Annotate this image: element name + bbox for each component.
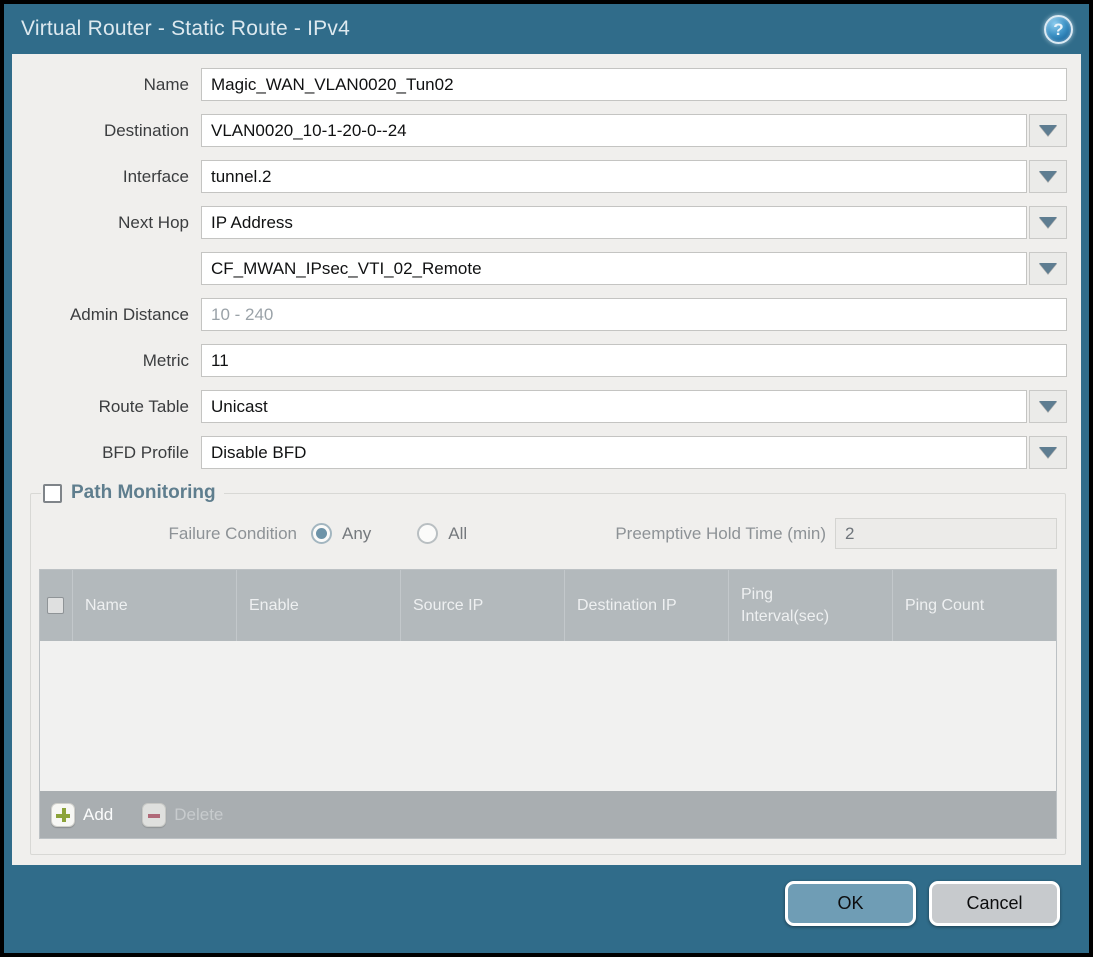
cancel-button[interactable]: Cancel [929, 881, 1060, 926]
dialog-titlebar: Virtual Router - Static Route - IPv4 ? [4, 4, 1089, 54]
route-table-field [201, 390, 1067, 423]
table-header-checkbox-cell [40, 570, 73, 641]
failure-any-label: Any [342, 524, 371, 544]
bfd-profile-label: BFD Profile [12, 443, 201, 463]
interface-label: Interface [12, 167, 201, 187]
question-mark-glyph: ? [1053, 21, 1063, 38]
failure-all-label: All [448, 524, 467, 544]
ok-button[interactable]: OK [785, 881, 916, 926]
interface-field [201, 160, 1067, 193]
bfd-profile-field [201, 436, 1067, 469]
next-hop-type-input[interactable] [201, 206, 1027, 239]
static-route-dialog: Virtual Router - Static Route - IPv4 ? N… [0, 0, 1093, 957]
chevron-down-icon [1039, 263, 1057, 274]
path-monitoring-checkbox[interactable] [43, 484, 62, 503]
add-button-label: Add [83, 805, 113, 825]
interface-dropdown-button[interactable] [1029, 160, 1067, 193]
form-row-route-table: Route Table [12, 390, 1067, 423]
form-row-name: Name [12, 68, 1067, 101]
chevron-down-icon [1039, 125, 1057, 136]
dialog-title: Virtual Router - Static Route - IPv4 [21, 17, 350, 41]
form-row-next-hop-address [12, 252, 1067, 285]
destination-label: Destination [12, 121, 201, 141]
next-hop-type-dropdown-button[interactable] [1029, 206, 1067, 239]
destination-field [201, 114, 1067, 147]
next-hop-address-dropdown-button[interactable] [1029, 252, 1067, 285]
admin-distance-label: Admin Distance [12, 305, 201, 325]
plus-icon [51, 803, 75, 827]
path-monitoring-legend: Path Monitoring [41, 482, 224, 504]
route-table-label: Route Table [12, 397, 201, 417]
metric-field [201, 344, 1067, 377]
path-monitoring-table: Name Enable Source IP Destination IP Pin [39, 569, 1057, 839]
bfd-profile-dropdown-button[interactable] [1029, 436, 1067, 469]
table-header-enable: Enable [237, 570, 401, 641]
failure-condition-label: Failure Condition [39, 524, 297, 544]
destination-input[interactable] [201, 114, 1027, 147]
help-icon[interactable]: ? [1044, 15, 1073, 44]
failure-condition-row: Failure Condition Any All Preemptive Hol… [39, 518, 1057, 549]
route-table-dropdown-button[interactable] [1029, 390, 1067, 423]
dialog-footer: OK Cancel [4, 865, 1089, 953]
name-label: Name [12, 75, 201, 95]
form-row-metric: Metric [12, 344, 1067, 377]
table-body-empty [40, 641, 1056, 791]
next-hop-address-input[interactable] [201, 252, 1027, 285]
preemptive-hold-time-input[interactable] [835, 518, 1057, 549]
interface-input[interactable] [201, 160, 1027, 193]
next-hop-type-field [201, 206, 1067, 239]
path-monitoring-section: Path Monitoring Failure Condition Any Al… [30, 482, 1066, 855]
chevron-down-icon [1039, 401, 1057, 412]
select-all-checkbox[interactable] [47, 597, 64, 614]
chevron-down-icon [1039, 171, 1057, 182]
failure-any-radio[interactable] [311, 523, 332, 544]
name-input[interactable] [201, 68, 1067, 101]
next-hop-label: Next Hop [12, 213, 201, 233]
admin-distance-input[interactable] [201, 298, 1067, 331]
form-row-destination: Destination [12, 114, 1067, 147]
path-monitoring-title: Path Monitoring [71, 482, 216, 504]
delete-button[interactable]: Delete [142, 803, 223, 827]
table-header-destination-ip: Destination IP [565, 570, 729, 641]
table-toolbar: Add Delete [40, 791, 1056, 838]
table-header-name: Name [73, 570, 237, 641]
destination-dropdown-button[interactable] [1029, 114, 1067, 147]
table-header-source-ip: Source IP [401, 570, 565, 641]
next-hop-address-field [201, 252, 1067, 285]
admin-distance-field [201, 298, 1067, 331]
preemptive-hold-time-label: Preemptive Hold Time (min) [615, 524, 826, 544]
minus-icon [142, 803, 166, 827]
chevron-down-icon [1039, 447, 1057, 458]
form-row-bfd-profile: BFD Profile [12, 436, 1067, 469]
table-header-row: Name Enable Source IP Destination IP Pin [40, 570, 1056, 641]
table-header-ping-interval: Ping Interval(sec) [729, 570, 893, 641]
metric-label: Metric [12, 351, 201, 371]
dialog-frame: Virtual Router - Static Route - IPv4 ? N… [4, 4, 1089, 953]
route-table-input[interactable] [201, 390, 1027, 423]
form-row-admin-distance: Admin Distance [12, 298, 1067, 331]
bfd-profile-input[interactable] [201, 436, 1027, 469]
dialog-content: Name Destination Interface [12, 54, 1081, 865]
table-header-ping-count: Ping Count [893, 570, 1056, 641]
metric-input[interactable] [201, 344, 1067, 377]
add-button[interactable]: Add [51, 803, 113, 827]
form-row-next-hop: Next Hop [12, 206, 1067, 239]
chevron-down-icon [1039, 217, 1057, 228]
failure-all-radio[interactable] [417, 523, 438, 544]
name-field [201, 68, 1067, 101]
form-row-interface: Interface [12, 160, 1067, 193]
delete-button-label: Delete [174, 805, 223, 825]
